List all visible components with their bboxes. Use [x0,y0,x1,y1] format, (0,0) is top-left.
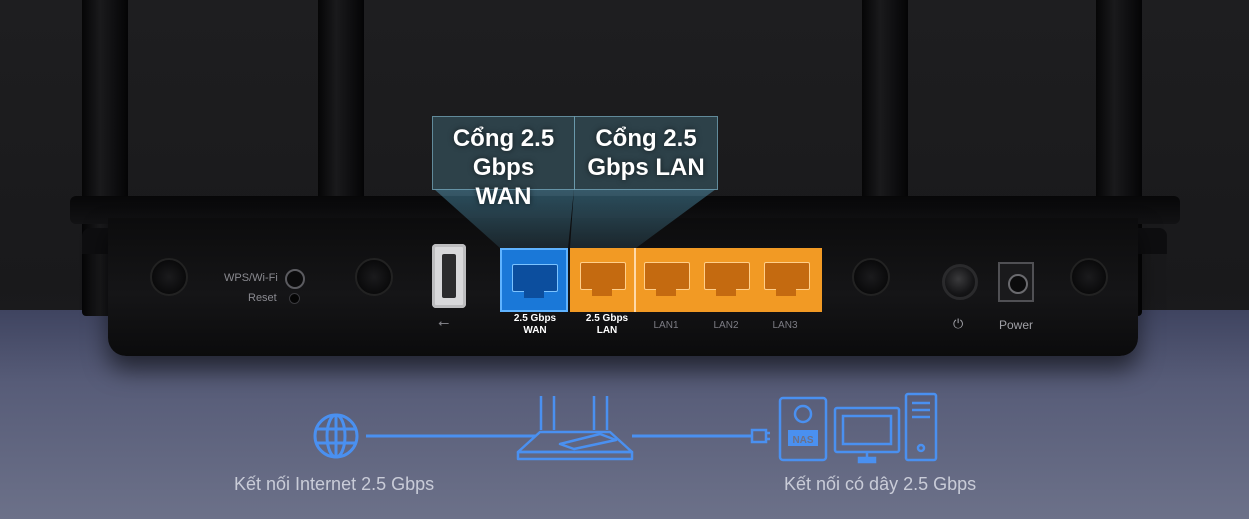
internet-caption: Kết nối Internet 2.5 Gbps [234,474,435,494]
wired-caption: Kết nối có dây 2.5 Gbps [784,474,977,494]
monitor-icon [833,406,901,464]
nas-icon [778,396,828,462]
ethernet-plug-icon [750,428,770,444]
router-icon [516,396,634,461]
globe-icon [313,413,359,459]
product-banner: WPS/Wi-Fi Reset ⭠ Cổng 2.5 Gbps WAN Cổng… [0,0,1249,519]
pc-tower-icon [904,392,938,462]
connection-diagram: NAS [313,392,938,464]
nas-label: NAS [792,435,813,446]
